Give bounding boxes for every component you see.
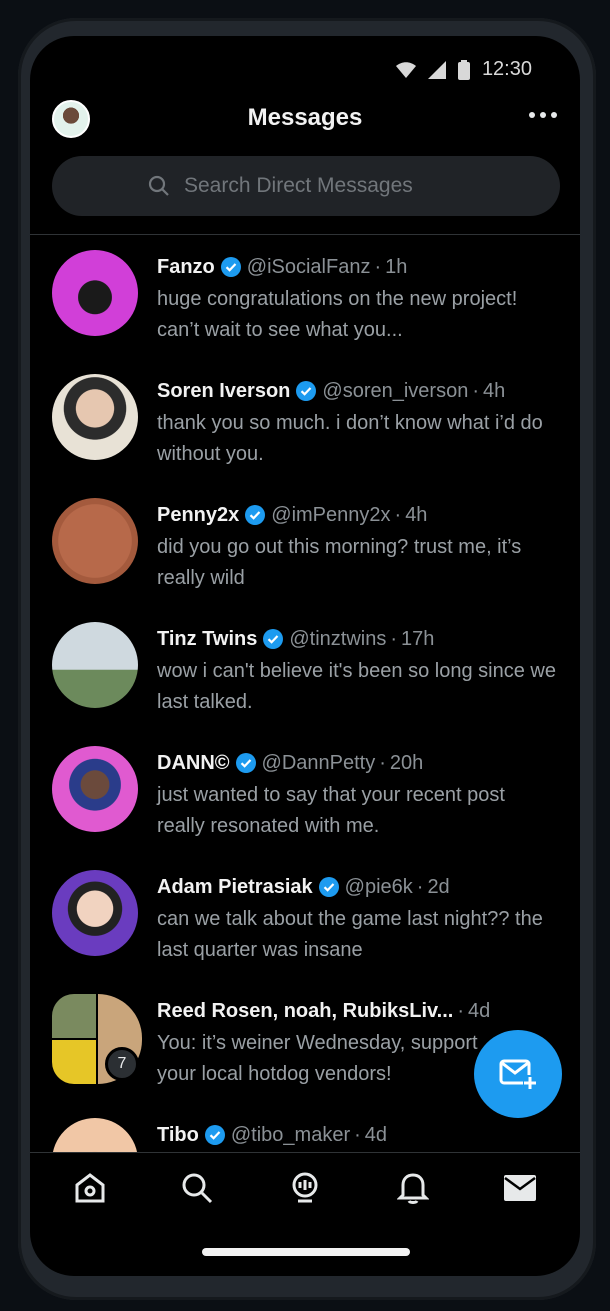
status-bar: 12:30 <box>395 58 532 81</box>
signal-icon <box>427 60 446 79</box>
conversation-handle: @tinztwins <box>289 627 387 650</box>
conversation-name: Tinz Twins <box>157 627 258 650</box>
bottom-nav <box>30 1152 580 1222</box>
conversation-row[interactable]: Fanzo @iSocialFanz · 1h huge congratulat… <box>30 246 580 370</box>
verified-badge-icon <box>318 877 339 897</box>
search-placeholder: Search Direct Messages <box>184 174 413 197</box>
conversation-handle: @pie6k <box>344 875 413 898</box>
conversation-name: Penny2x <box>157 503 240 526</box>
more-horizontal-icon[interactable] <box>528 110 558 120</box>
avatar <box>52 498 138 584</box>
group-member-count: 7 <box>105 1047 139 1081</box>
battery-icon <box>457 59 470 80</box>
conversation-preview: just wanted to say that your recent post… <box>157 784 505 837</box>
conversation-time: 4h <box>483 379 506 402</box>
conversation-row[interactable]: Tinz Twins @tinztwins · 17h wow i can't … <box>30 618 580 742</box>
nav-search[interactable] <box>167 1158 227 1218</box>
conversation-name: Soren Iverson <box>157 379 291 402</box>
status-time: 12:30 <box>481 58 532 80</box>
verified-badge-icon <box>220 257 241 277</box>
separator-dot: · <box>416 875 424 898</box>
conversation-handle: @tibo_maker <box>230 1123 351 1146</box>
separator-dot: · <box>394 503 402 526</box>
conversation-row[interactable]: Soren Iverson @soren_iverson · 4h thank … <box>30 370 580 494</box>
divider <box>30 234 580 235</box>
conversation-handle: @imPenny2x <box>271 503 391 526</box>
conversation-preview: thank you so much. i don’t know what i’d… <box>157 412 543 465</box>
conversation-name: Fanzo <box>157 255 215 278</box>
conversation-row[interactable]: DANN© @DannPetty · 20h just wanted to sa… <box>30 742 580 866</box>
bell-icon <box>396 1172 429 1204</box>
group-member-avatar <box>52 994 96 1038</box>
conversation-time: 4d <box>364 1123 388 1146</box>
nav-messages[interactable] <box>490 1158 550 1218</box>
group-avatar: 7 <box>52 994 142 1084</box>
nav-notifications[interactable] <box>383 1158 443 1218</box>
conversation-time: 2d <box>427 875 450 898</box>
spaces-icon <box>292 1172 318 1202</box>
conversation-name: Tibo <box>157 1123 199 1146</box>
conversation-time: 4d <box>468 999 491 1022</box>
conversation-preview: wow i can't believe it's been so long si… <box>157 660 556 713</box>
separator-dot: · <box>390 627 398 650</box>
conversation-name: Reed Rosen, noah, RubiksLiv... <box>157 999 454 1022</box>
new-message-button[interactable] <box>474 1030 562 1118</box>
separator-dot: · <box>457 999 465 1022</box>
conversation-name: Adam Pietrasiak <box>157 875 313 898</box>
conversation-preview: can we talk about the game last night?? … <box>157 908 543 961</box>
avatar <box>52 250 138 336</box>
header: Messages <box>30 100 580 150</box>
verified-badge-icon <box>245 505 266 525</box>
conversation-row[interactable]: Adam Pietrasiak @pie6k · 2d can we talk … <box>30 866 580 990</box>
page-title: Messages <box>247 104 363 131</box>
conversation-preview: You: it’s weiner Wednesday, support your… <box>157 1032 478 1085</box>
conversation-handle: @soren_iverson <box>322 379 469 402</box>
separator-dot: · <box>472 379 479 402</box>
conversation-time: 1h <box>385 255 408 278</box>
nav-home[interactable] <box>60 1158 120 1218</box>
wifi-icon <box>395 61 416 78</box>
avatar <box>52 622 138 708</box>
conversation-preview: did you go out this morning? trust me, i… <box>157 536 522 589</box>
verified-badge-icon <box>296 381 317 401</box>
conversation-preview: huge congratulations on the new project!… <box>157 288 518 341</box>
conversation-handle: @iSocialFanz <box>246 255 371 278</box>
conversation-time: 17h <box>401 627 435 650</box>
conversation-handle: @DannPetty <box>261 751 376 774</box>
search-icon <box>182 1173 213 1203</box>
search-icon <box>148 175 169 196</box>
separator-dot: · <box>354 1123 361 1146</box>
nav-spaces[interactable] <box>275 1158 335 1218</box>
search-input[interactable]: Search Direct Messages <box>52 156 560 216</box>
avatar <box>52 870 138 956</box>
conversation-name: DANN© <box>157 751 230 774</box>
conversation-time: 4h <box>405 503 428 526</box>
mail-icon <box>504 1174 537 1201</box>
new-message-icon <box>499 1059 537 1089</box>
screen: 12:30 Messages Search Direct Messages Fa… <box>30 36 580 1276</box>
avatar <box>52 374 138 460</box>
verified-badge-icon <box>263 629 284 649</box>
avatar <box>52 746 138 832</box>
conversation-time: 20h <box>389 751 424 774</box>
group-member-avatar <box>52 1040 96 1084</box>
verified-badge-icon <box>204 1125 225 1145</box>
separator-dot: · <box>374 255 382 278</box>
conversation-row[interactable]: Penny2x @imPenny2x · 4h did you go out t… <box>30 494 580 618</box>
home-icon <box>75 1172 105 1202</box>
verified-badge-icon <box>235 753 256 773</box>
home-indicator[interactable] <box>202 1248 410 1256</box>
separator-dot: · <box>379 751 386 774</box>
